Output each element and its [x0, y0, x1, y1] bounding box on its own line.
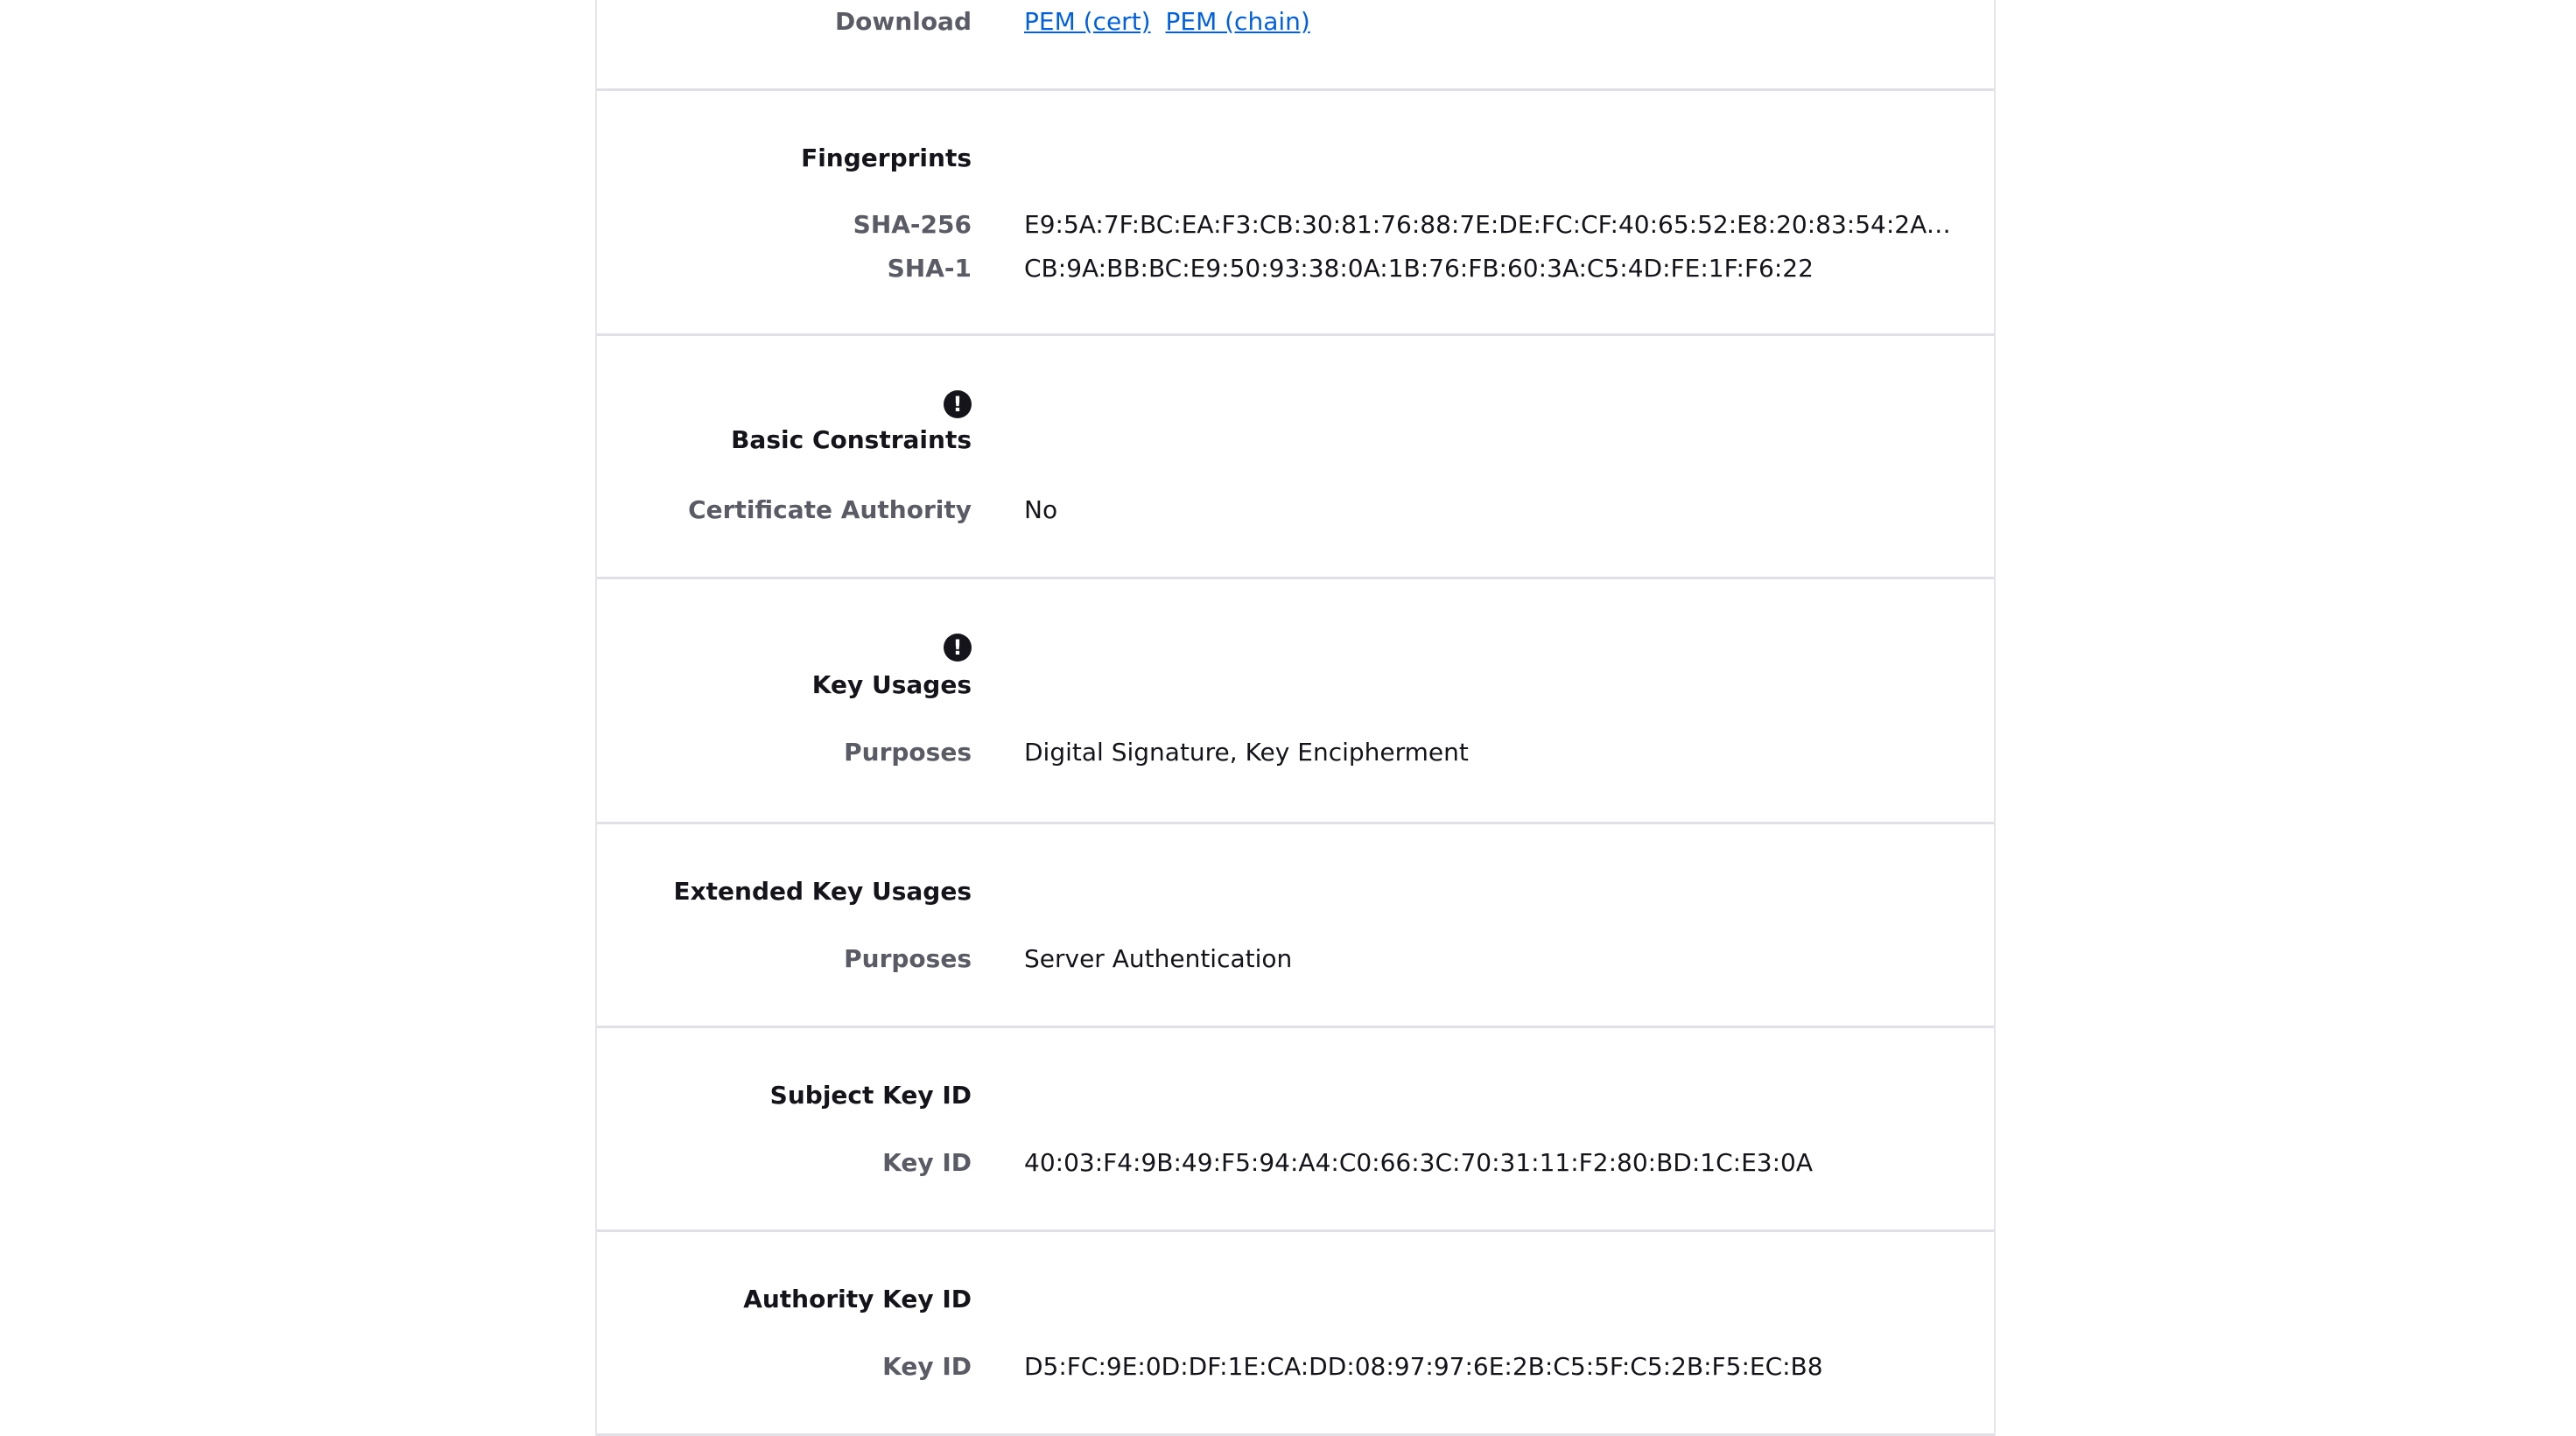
- critical-warning-icon: !: [944, 634, 972, 662]
- download-label: Download: [834, 7, 972, 36]
- download-section: Download PEM (cert) PEM (chain): [597, 0, 1994, 91]
- pem-cert-link[interactable]: PEM (cert): [1024, 7, 1151, 36]
- download-links: PEM (cert) PEM (chain): [1024, 0, 1310, 44]
- fingerprints-section: Fingerprints SHA-256 E9:5A:7F:BC:EA:F3:C…: [597, 91, 1994, 336]
- key-id-value: 40:03:F4:9B:49:F5:94:A4:C0:66:3C:70:31:1…: [1024, 1148, 1813, 1177]
- extended-key-usages-heading: Extended Key Usages: [673, 877, 972, 906]
- fingerprints-heading: Fingerprints: [801, 144, 972, 172]
- certificate-details-panel: Download PEM (cert) PEM (chain) Fingerpr…: [595, 0, 1996, 1436]
- certificate-authority-value: No: [1024, 495, 1058, 524]
- critical-warning-icon: !: [944, 390, 972, 418]
- pem-chain-link[interactable]: PEM (chain): [1166, 7, 1310, 36]
- key-id-label: Key ID: [882, 1352, 972, 1381]
- basic-constraints-section: ! Basic Constraints Certificate Authorit…: [597, 336, 1994, 579]
- sha256-label: SHA-256: [853, 210, 972, 239]
- sha1-value: CB:9A:BB:BC:E9:50:93:38:0A:1B:76:FB:60:3…: [1024, 254, 1814, 283]
- sha256-value: E9:5A:7F:BC:EA:F3:CB:30:81:76:88:7E:DE:F…: [1024, 210, 1959, 239]
- authority-key-id-section: Authority Key ID Key ID D5:FC:9E:0D:DF:1…: [597, 1232, 1994, 1436]
- authority-key-id-heading: Authority Key ID: [743, 1285, 972, 1313]
- certificate-authority-label: Certificate Authority: [688, 495, 972, 524]
- key-usages-heading: Key Usages: [811, 670, 972, 699]
- sha1-label: SHA-1: [887, 254, 972, 283]
- subject-key-id-section: Subject Key ID Key ID 40:03:F4:9B:49:F5:…: [597, 1028, 1994, 1232]
- purposes-label: Purposes: [844, 738, 972, 767]
- purposes-label: Purposes: [844, 944, 972, 973]
- basic-constraints-heading: Basic Constraints: [731, 425, 972, 454]
- key-usages-section: ! Key Usages Purposes Digital Signature,…: [597, 579, 1994, 824]
- key-id-value: D5:FC:9E:0D:DF:1E:CA:DD:08:97:97:6E:2B:C…: [1024, 1352, 1823, 1381]
- extended-key-usages-section: Extended Key Usages Purposes Server Auth…: [597, 824, 1994, 1028]
- purposes-value: Digital Signature, Key Encipherment: [1024, 738, 1469, 767]
- subject-key-id-heading: Subject Key ID: [769, 1081, 972, 1110]
- key-id-label: Key ID: [882, 1148, 972, 1177]
- purposes-value: Server Authentication: [1024, 944, 1293, 973]
